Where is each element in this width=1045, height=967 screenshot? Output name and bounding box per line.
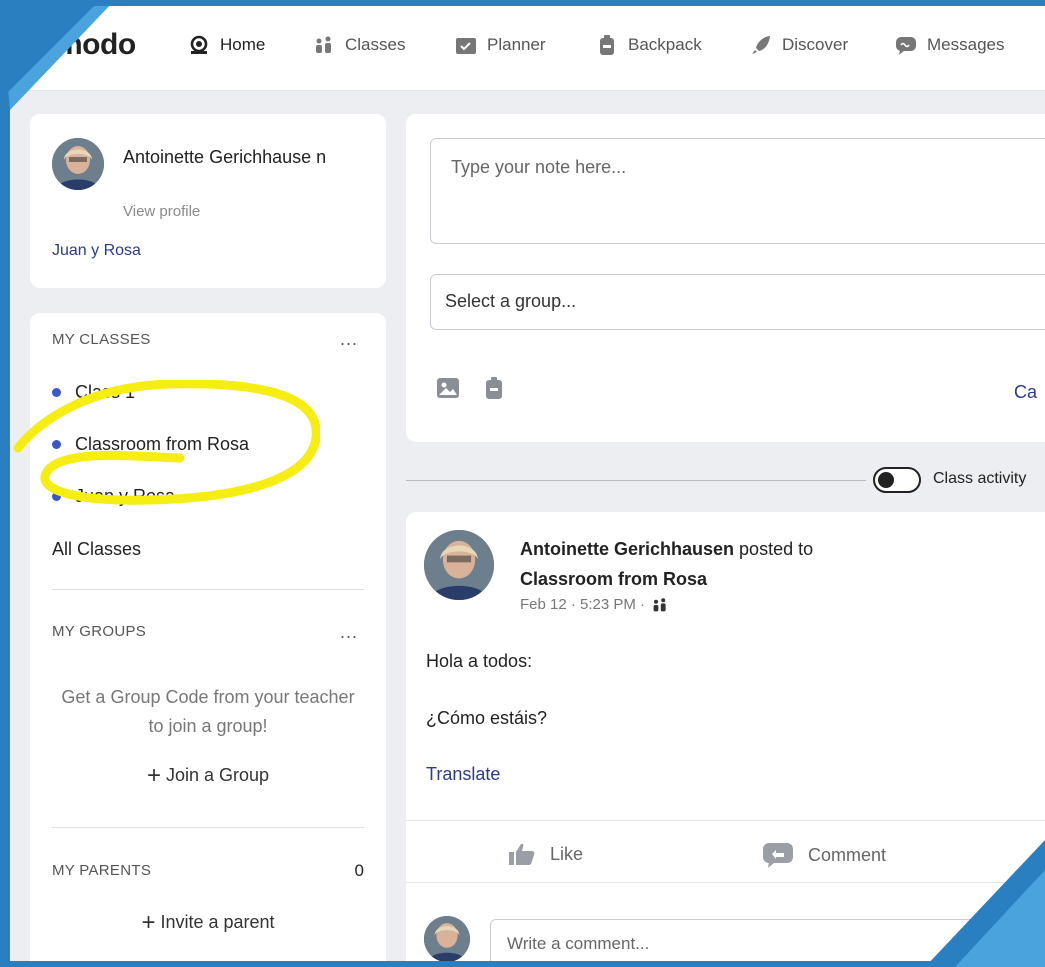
comment-button[interactable]: Comment — [762, 842, 886, 868]
rocket-icon — [752, 36, 770, 54]
nav-discover-label: Discover — [782, 35, 849, 54]
parents-count: 0 — [354, 861, 364, 880]
all-classes-link[interactable]: All Classes — [52, 539, 141, 560]
comment-input[interactable]: Write a comment... — [490, 919, 1045, 967]
posted-to-text: posted to — [739, 539, 814, 559]
nav-planner[interactable]: Planner — [455, 35, 546, 55]
post-class-link[interactable]: Classroom from Rosa — [520, 569, 707, 589]
divider — [52, 827, 364, 828]
top-navigation: modo Home Classes Planner Backpack Disco… — [0, 0, 1045, 91]
toggle-knob — [878, 472, 894, 488]
activity-divider — [406, 480, 866, 481]
join-group-label: Join a Group — [165, 765, 270, 785]
commenter-avatar[interactable] — [424, 916, 470, 962]
divider — [406, 882, 1045, 883]
avatar-image — [424, 916, 470, 962]
group-code-message: Get a Group Code from your teacher to jo… — [61, 687, 355, 736]
nav-messages-label: Messages — [927, 35, 1005, 54]
classes-icon — [653, 597, 666, 611]
post-author-link[interactable]: Antoinette Gerichhausen — [520, 539, 734, 559]
cancel-button[interactable]: Ca — [1014, 382, 1037, 403]
messages-icon — [896, 37, 916, 55]
group-select[interactable]: Select a group... — [430, 274, 1045, 330]
post-text-line: Hola a todos: — [426, 651, 533, 671]
highlight-annotation — [13, 380, 320, 505]
avatar[interactable] — [52, 138, 104, 190]
thumbs-up-icon — [509, 843, 535, 865]
logo[interactable]: modo — [56, 28, 136, 62]
nav-discover[interactable]: Discover — [750, 35, 848, 55]
planner-icon — [456, 38, 476, 54]
join-group-button[interactable]: + Join a Group — [30, 762, 386, 790]
nav-planner-label: Planner — [487, 35, 546, 54]
invite-parent-button[interactable]: + Invite a parent — [30, 909, 386, 937]
class-activity-toggle[interactable] — [873, 467, 921, 493]
like-label: Like — [550, 843, 584, 864]
nav-classes-label: Classes — [345, 35, 406, 54]
backpack-icon — [600, 35, 614, 55]
home-icon — [190, 35, 208, 54]
profile-card: Antoinette Gerichhause n View profile Ju… — [30, 114, 386, 288]
divider — [406, 820, 1045, 821]
divider — [52, 589, 364, 590]
my-groups-more-button[interactable]: ... — [340, 622, 358, 643]
group-select-placeholder: Select a group... — [445, 291, 577, 311]
my-groups-title: MY GROUPS — [52, 623, 147, 640]
invite-parent-label: Invite a parent — [160, 912, 275, 932]
profile-group-link[interactable]: Juan y Rosa — [52, 242, 141, 260]
view-profile-link[interactable]: View profile — [123, 203, 200, 220]
nav-backpack[interactable]: Backpack — [596, 35, 702, 55]
comment-placeholder: Write a comment... — [507, 934, 650, 953]
post-text-line: ¿Cómo estáis? — [426, 708, 548, 728]
my-classes-more-button[interactable]: ... — [340, 329, 358, 350]
backpack-icon[interactable] — [482, 376, 506, 400]
post-date: Feb 12 · 5:23 PM · — [520, 596, 646, 613]
screen: modo Home Classes Planner Backpack Disco… — [0, 0, 1045, 967]
classes-icon — [316, 36, 331, 53]
post-card: Antoinette Gerichhausen posted to Classr… — [406, 512, 1045, 967]
plus-icon: + — [141, 909, 156, 936]
post-header: Antoinette Gerichhausen posted to Classr… — [520, 534, 813, 594]
note-placeholder: Type your note here... — [451, 157, 627, 177]
nav-home-label: Home — [220, 35, 266, 54]
like-button[interactable]: Like — [508, 842, 583, 866]
nav-messages[interactable]: Messages — [895, 35, 1004, 55]
profile-name[interactable]: Antoinette Gerichhause n — [123, 142, 363, 172]
image-icon[interactable] — [436, 376, 460, 400]
post-meta: Feb 12 · 5:23 PM · — [520, 596, 669, 613]
nav-classes[interactable]: Classes — [313, 35, 405, 55]
comment-label: Comment — [808, 844, 887, 865]
comment-icon — [763, 843, 793, 868]
avatar-image — [52, 138, 104, 190]
post-author-avatar[interactable] — [424, 530, 494, 600]
translate-link[interactable]: Translate — [426, 764, 500, 785]
nav-backpack-label: Backpack — [628, 35, 702, 54]
avatar-image — [424, 530, 494, 600]
class-activity-label: Class activity — [933, 470, 1027, 487]
my-classes-title: MY CLASSES — [52, 331, 151, 348]
plus-icon: + — [146, 762, 161, 789]
note-input[interactable]: Type your note here... — [430, 138, 1045, 244]
my-parents-title: MY PARENTS — [52, 862, 152, 879]
post-composer: Type your note here... Select a group...… — [406, 114, 1045, 442]
nav-home[interactable]: Home — [188, 35, 265, 55]
